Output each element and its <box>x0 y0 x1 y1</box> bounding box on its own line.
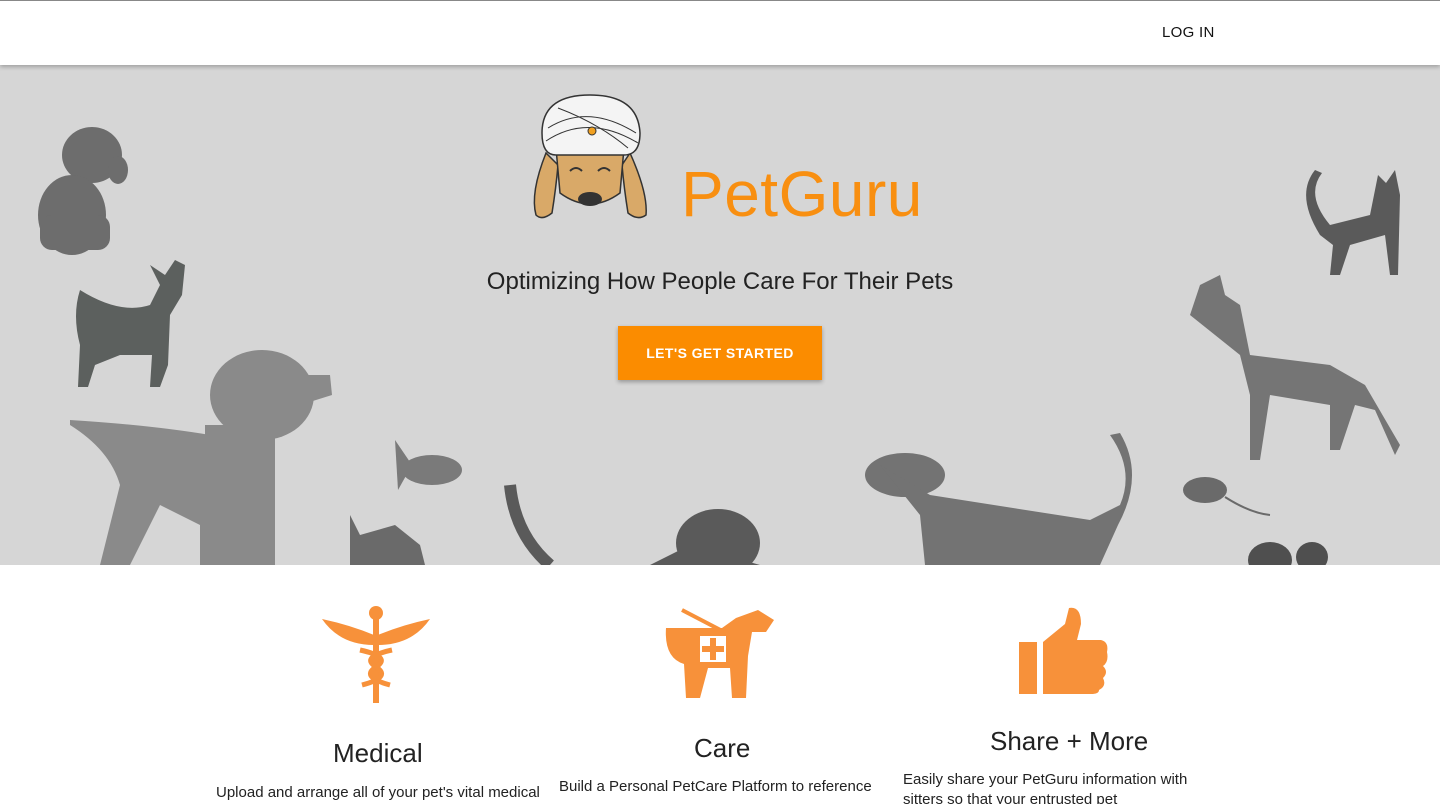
feature-title: Share + More <box>990 726 1149 756</box>
birds-silhouette <box>1248 542 1328 565</box>
hound-silhouette <box>865 433 1133 565</box>
dog-head-silhouette <box>650 509 760 565</box>
petguru-logo <box>528 93 653 223</box>
top-navbar: LOG IN <box>0 0 1440 65</box>
thumbs-up-icon <box>1017 606 1109 701</box>
sitting-dog-silhouette <box>38 127 128 255</box>
mouse-silhouette <box>1183 477 1271 516</box>
pet-silhouettes-illustration <box>38 127 1400 565</box>
turban-dog-logo-icon <box>533 94 647 219</box>
get-started-button[interactable]: LET'S GET STARTED <box>618 326 822 380</box>
tail-silhouette <box>504 484 555 565</box>
feature-description: Easily share your PetGuru information wi… <box>903 771 1188 804</box>
feature-description: Upload and arrange all of your pet's vit… <box>216 784 540 801</box>
hero-section: PetGuru Optimizing How People Care For T… <box>0 65 1440 565</box>
brand-name: PetGuru <box>681 158 923 230</box>
goldfish-silhouette <box>395 440 462 490</box>
feature-description: Build a Personal PetCare Platform to ref… <box>559 778 872 795</box>
service-dog-icon <box>662 606 776 707</box>
boxer-dog-silhouette <box>1190 275 1400 460</box>
cat-silhouette <box>1306 170 1400 275</box>
feature-title: Care <box>694 733 751 763</box>
login-link[interactable]: LOG IN <box>1162 24 1215 41</box>
cat-head-silhouette <box>350 515 425 565</box>
feature-title: Medical <box>333 738 423 768</box>
caduceus-icon <box>320 605 432 710</box>
labrador-silhouette <box>70 350 332 565</box>
hero-tagline: Optimizing How People Care For Their Pet… <box>486 268 954 295</box>
